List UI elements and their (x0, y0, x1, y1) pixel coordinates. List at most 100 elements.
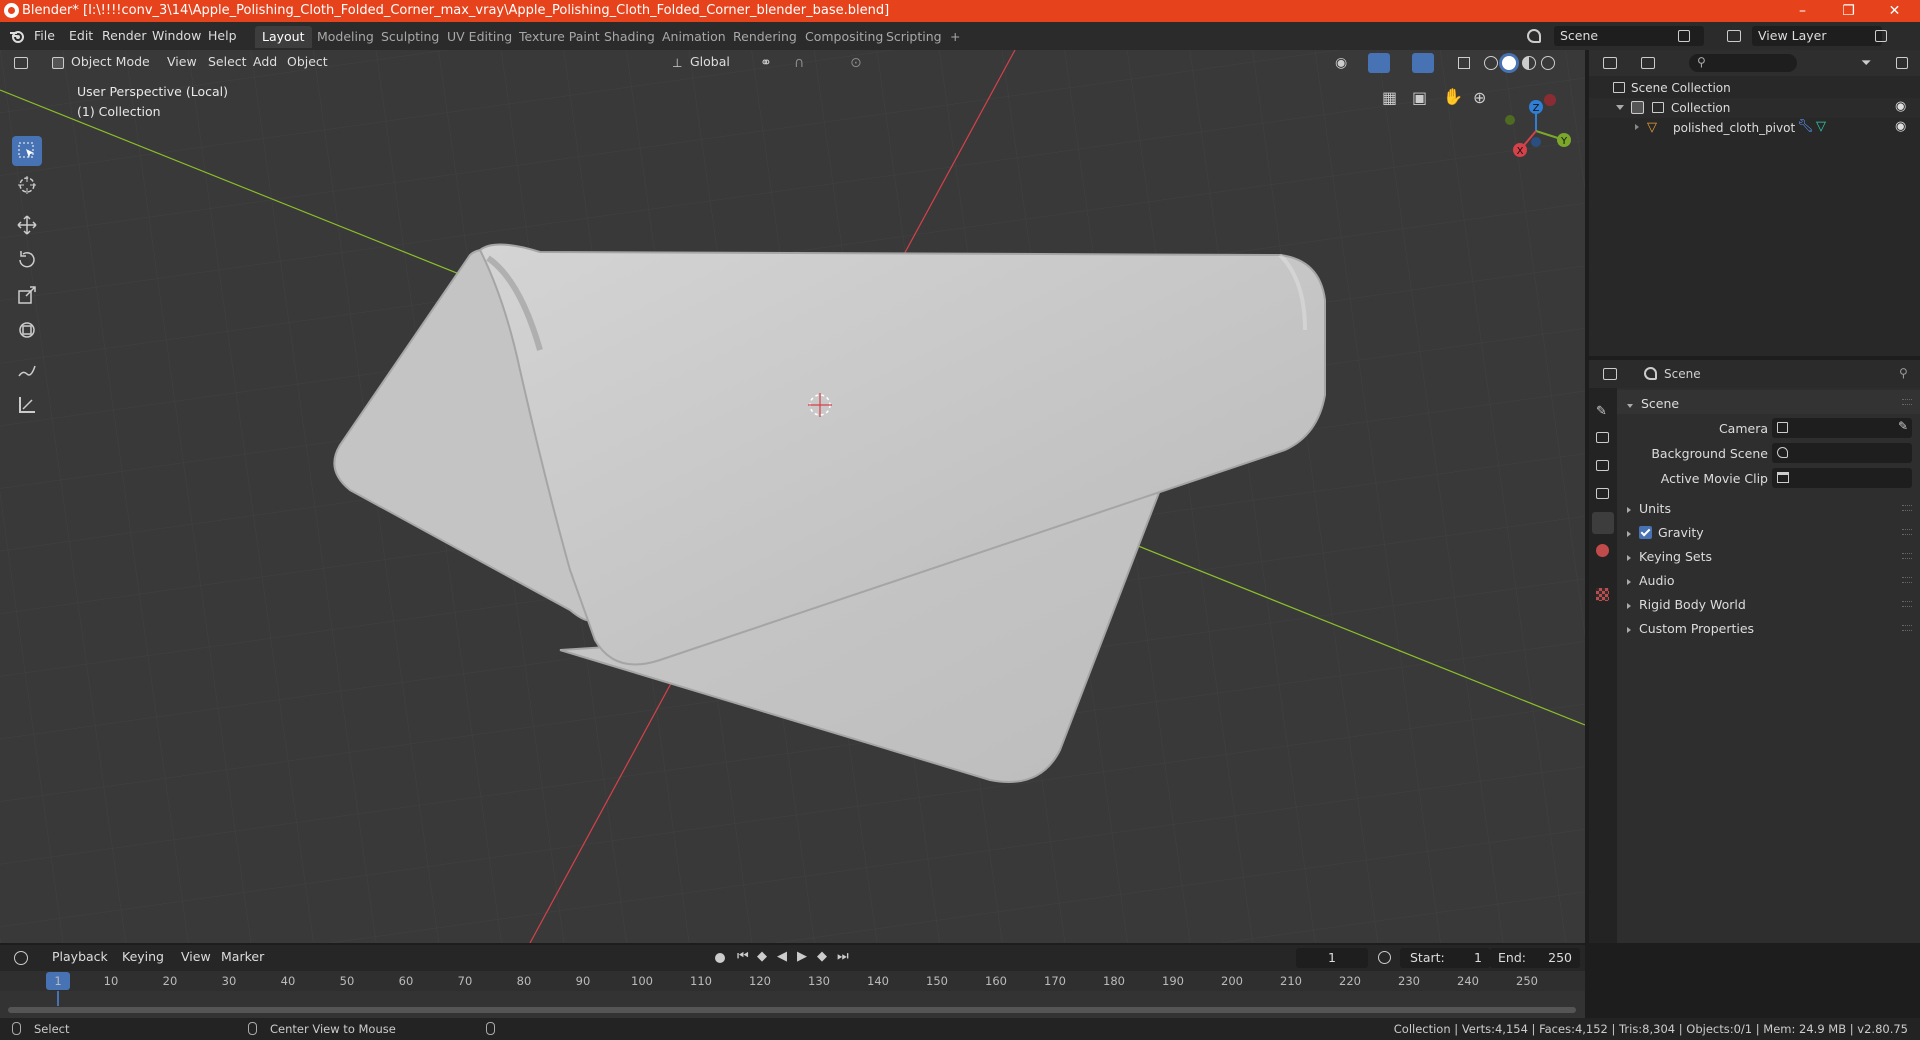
outliner-search-input[interactable]: ⚲ (1689, 54, 1797, 72)
maximize-button[interactable]: ❐ (1826, 0, 1871, 22)
drag-grip-icon[interactable] (1902, 529, 1912, 535)
scene-collection-row[interactable]: Scene Collection (1589, 78, 1920, 98)
object-eye-icon[interactable]: ◉ (1895, 119, 1906, 134)
output-tab-icon[interactable] (1596, 460, 1609, 471)
eyedropper-icon[interactable]: ✎ (1898, 419, 1908, 433)
active-movie-clip-field[interactable] (1772, 468, 1912, 488)
audio-section[interactable]: Audio (1617, 568, 1920, 592)
drag-grip-icon[interactable] (1902, 577, 1912, 583)
menu-help[interactable]: Help (208, 28, 237, 43)
view-layer-tab-icon[interactable] (1596, 488, 1609, 499)
new-view-layer-icon[interactable] (1875, 30, 1887, 42)
measure-tool[interactable] (12, 390, 42, 420)
menu-view[interactable]: View (167, 54, 197, 69)
tab-layout[interactable]: Layout (255, 26, 312, 48)
marker-menu[interactable]: Marker (221, 949, 264, 964)
gravity-section[interactable]: Gravity (1617, 520, 1920, 544)
keying-menu[interactable]: Keying (122, 949, 164, 964)
snap-icon[interactable]: ∩ (794, 55, 804, 71)
gravity-checkbox[interactable] (1639, 526, 1652, 539)
stopwatch-icon[interactable] (1378, 951, 1391, 964)
gizmo-toggle-icon[interactable] (1368, 53, 1390, 73)
menu-object[interactable]: Object (287, 54, 328, 69)
object-mode-dropdown[interactable]: Object Mode (71, 54, 150, 69)
menu-edit[interactable]: Edit (69, 28, 93, 43)
tab-compositing[interactable]: Compositing (798, 26, 890, 48)
tab-sculpting[interactable]: Sculpting (374, 26, 446, 48)
menu-file[interactable]: File (34, 28, 55, 43)
tab-rendering[interactable]: Rendering (726, 26, 804, 48)
prev-keyframe-button[interactable]: ◆ (757, 949, 767, 964)
playback-menu[interactable]: Playback (52, 949, 108, 964)
mesh-data-icon[interactable]: ▽ (1816, 119, 1826, 134)
collection-eye-icon[interactable]: ◉ (1895, 99, 1906, 114)
pan-hand-icon[interactable]: ✋ (1443, 87, 1463, 106)
rotate-tool[interactable] (12, 245, 42, 275)
drag-grip-icon[interactable] (1902, 601, 1912, 607)
editor-type-icon[interactable] (14, 57, 28, 69)
start-frame-field[interactable]: Start: 1 (1400, 948, 1490, 968)
next-keyframe-button[interactable]: ◆ (817, 949, 827, 964)
timeline-track-area[interactable] (0, 991, 1585, 1018)
collection-checkbox[interactable] (1631, 101, 1644, 114)
background-scene-field[interactable] (1772, 443, 1912, 463)
new-collection-icon[interactable] (1896, 57, 1908, 69)
timeline-view-menu[interactable]: View (181, 949, 211, 964)
rigid-body-world-section[interactable]: Rigid Body World (1617, 592, 1920, 616)
camera-field[interactable]: ✎ (1772, 418, 1912, 438)
jump-end-button[interactable]: ⏭ (837, 949, 849, 964)
move-tool[interactable] (12, 210, 42, 240)
scene-tab-icon[interactable] (1592, 512, 1614, 534)
pivot-icon[interactable]: ⚭ (760, 55, 772, 71)
xray-icon[interactable] (1458, 57, 1470, 69)
object-row[interactable]: ▽ polished_cloth_pivot 🔧︎ ▽ ◉ (1589, 118, 1920, 138)
proportional-edit-icon[interactable]: ⊙ (850, 55, 862, 71)
material-shading-icon[interactable] (1522, 56, 1536, 70)
transform-orientation-dropdown[interactable]: Global (690, 54, 730, 69)
overlay-toggle-icon[interactable] (1412, 53, 1434, 73)
object-expand-arrow-icon[interactable] (1635, 124, 1639, 130)
expand-arrow-icon[interactable] (1616, 105, 1624, 110)
solid-shading-icon[interactable] (1502, 56, 1516, 70)
timeline-scrollbar[interactable] (8, 1007, 1576, 1013)
filter-icon[interactable]: ⏷ (1861, 56, 1871, 71)
menu-select[interactable]: Select (208, 54, 247, 69)
menu-add[interactable]: Add (253, 54, 277, 69)
menu-render[interactable]: Render (102, 28, 147, 43)
outliner-editor-icon[interactable] (1603, 57, 1617, 69)
add-workspace-button[interactable]: + (943, 26, 967, 48)
3d-viewport[interactable]: Object Mode View Select Add Object ⊥ Glo… (0, 50, 1585, 943)
tab-texture-paint[interactable]: Texture Paint (512, 26, 607, 48)
play-button[interactable]: ▶ (797, 949, 807, 964)
pin-icon[interactable]: ⚲ (1899, 366, 1908, 380)
navigation-gizmo[interactable]: Z Y X (1500, 85, 1580, 165)
render-tab-icon[interactable] (1596, 432, 1609, 443)
tab-modeling[interactable]: Modeling (310, 26, 381, 48)
minimize-button[interactable]: – (1780, 0, 1825, 22)
new-scene-icon[interactable] (1678, 30, 1690, 42)
cursor-tool[interactable] (12, 170, 42, 200)
visibility-icon[interactable]: ◉ (1335, 55, 1347, 71)
tab-uv-editing[interactable]: UV Editing (440, 26, 519, 48)
scene-panel-header[interactable]: Scene (1617, 390, 1920, 414)
end-frame-field[interactable]: End: 250 (1490, 948, 1580, 968)
wireframe-shading-icon[interactable] (1484, 56, 1498, 70)
grid-view-icon[interactable]: ▦ (1382, 88, 1397, 107)
modifier-wrench-icon[interactable]: 🔧︎ (1797, 119, 1814, 134)
drag-grip-icon[interactable] (1902, 625, 1912, 631)
tab-shading[interactable]: Shading (597, 26, 662, 48)
record-button[interactable] (715, 953, 725, 963)
collection-row[interactable]: Collection ◉ (1589, 98, 1920, 118)
annotate-tool[interactable] (12, 355, 42, 385)
jump-start-button[interactable]: ⏮ (737, 949, 749, 964)
texture-tab-icon[interactable] (1596, 588, 1609, 601)
camera-view-icon[interactable]: ▣ (1412, 88, 1427, 107)
drag-grip-icon[interactable] (1902, 505, 1912, 511)
properties-editor-icon[interactable] (1603, 368, 1617, 380)
select-box-tool[interactable] (12, 136, 42, 166)
play-reverse-button[interactable]: ◀ (777, 949, 787, 964)
tab-animation[interactable]: Animation (655, 26, 733, 48)
menu-window[interactable]: Window (152, 28, 201, 43)
drag-grip-icon[interactable] (1902, 399, 1912, 405)
blender-menu-icon[interactable] (9, 28, 25, 44)
